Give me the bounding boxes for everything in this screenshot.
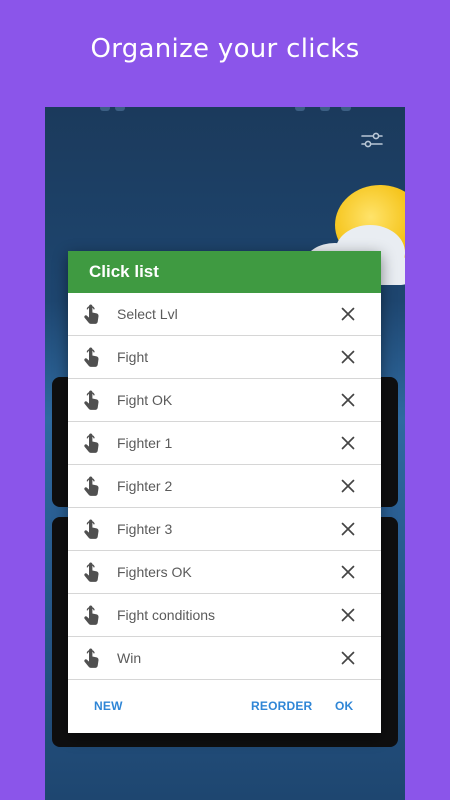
list-item-label: Win [117,650,142,666]
touch-hand-icon [82,605,102,627]
list-item[interactable]: Fight OK [68,379,381,422]
status-bar [45,107,405,117]
status-icon [100,107,110,111]
touch-hand-icon [82,390,102,412]
status-icon [115,107,125,111]
click-list: Select Lvl Fight Fight OK Fighter 1 Fighter … [68,293,381,680]
close-icon[interactable] [341,565,355,579]
close-icon[interactable] [341,522,355,536]
close-icon[interactable] [341,436,355,450]
touch-hand-icon [82,562,102,584]
list-item[interactable]: Fighters OK [68,551,381,594]
close-icon[interactable] [341,393,355,407]
touch-hand-icon [82,519,102,541]
click-list-dialog: Click list Select Lvl Fight Fight OK Fighte… [68,251,381,733]
list-item[interactable]: Win [68,637,381,680]
new-button[interactable]: NEW [94,699,123,713]
status-icon [341,107,351,111]
close-icon[interactable] [341,608,355,622]
list-item[interactable]: Select Lvl [68,293,381,336]
settings-icon[interactable] [361,131,383,149]
dialog-title: Click list [68,251,381,293]
touch-hand-icon [82,304,102,326]
list-item[interactable]: Fighter 3 [68,508,381,551]
close-icon[interactable] [341,651,355,665]
list-item-label: Fighter 3 [117,521,173,537]
list-item[interactable]: Fighter 2 [68,465,381,508]
touch-hand-icon [82,347,102,369]
close-icon[interactable] [341,479,355,493]
ok-button[interactable]: OK [335,699,353,713]
close-icon[interactable] [341,350,355,364]
list-item-label: Fighter 1 [117,435,173,451]
touch-hand-icon [82,433,102,455]
list-item[interactable]: Fighter 1 [68,422,381,465]
list-item[interactable]: Fight conditions [68,594,381,637]
list-item-label: Select Lvl [117,306,178,322]
list-item-label: Fight conditions [117,607,216,623]
dialog-actions: NEW REORDER OK [68,679,381,733]
list-item-label: Fight OK [117,392,173,408]
close-icon[interactable] [341,307,355,321]
touch-hand-icon [82,648,102,670]
promo-title: Organize your clicks [90,34,360,64]
list-item-label: Fighter 2 [117,478,173,494]
reorder-button[interactable]: REORDER [251,699,312,713]
list-item[interactable]: Fight [68,336,381,379]
list-item-label: Fight [117,349,149,365]
touch-hand-icon [82,476,102,498]
list-item-label: Fighters OK [117,564,192,580]
status-icon [320,107,330,111]
status-icon [295,107,305,111]
